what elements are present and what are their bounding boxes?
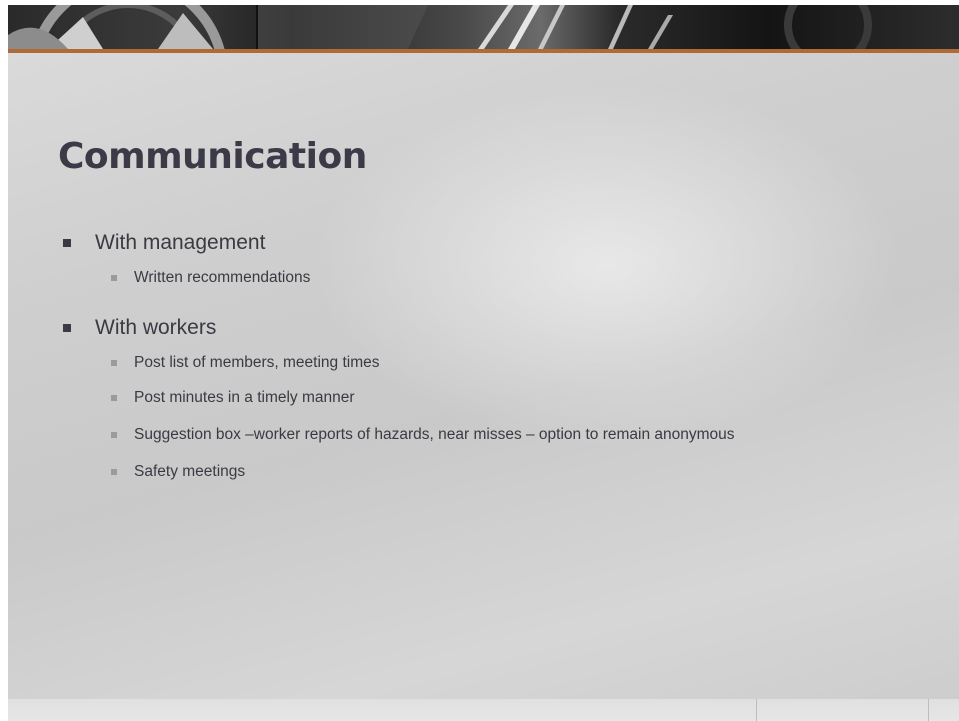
- square-bullet-icon: [111, 360, 117, 366]
- header-banner-image: [8, 5, 959, 49]
- sub-bullet-text: Suggestion box –worker reports of hazard…: [134, 426, 735, 443]
- sub-bullet-item: Post minutes in a timely manner: [111, 389, 355, 407]
- sub-bullet-item: Written recommendations: [111, 269, 310, 287]
- square-bullet-icon: [111, 469, 117, 475]
- sub-bullet-text: Post minutes in a timely manner: [134, 389, 355, 406]
- bullet-item: With workers: [63, 316, 216, 340]
- slide-title: Communication: [58, 136, 367, 177]
- bullet-text: With management: [95, 231, 266, 254]
- square-bullet-icon: [63, 324, 71, 332]
- bullet-item: With management: [63, 231, 265, 255]
- footer-divider: [756, 699, 757, 721]
- footer-divider: [928, 699, 929, 721]
- sub-bullet-item: Post list of members, meeting times: [111, 354, 380, 372]
- accent-line: [8, 49, 959, 53]
- wheel-graphic: [8, 5, 872, 49]
- square-bullet-icon: [111, 395, 117, 401]
- slide: Communication With management Written re…: [8, 5, 959, 721]
- bullet-text: With workers: [95, 316, 217, 339]
- sub-bullet-item: Safety meetings: [111, 463, 245, 481]
- footer-bar: [8, 699, 959, 721]
- sub-bullet-text: Post list of members, meeting times: [134, 354, 380, 371]
- sub-bullet-item: Suggestion box –worker reports of hazard…: [111, 426, 735, 444]
- square-bullet-icon: [111, 275, 117, 281]
- square-bullet-icon: [63, 239, 71, 247]
- sub-bullet-text: Written recommendations: [134, 269, 311, 286]
- sub-bullet-text: Safety meetings: [134, 463, 246, 480]
- square-bullet-icon: [111, 432, 117, 438]
